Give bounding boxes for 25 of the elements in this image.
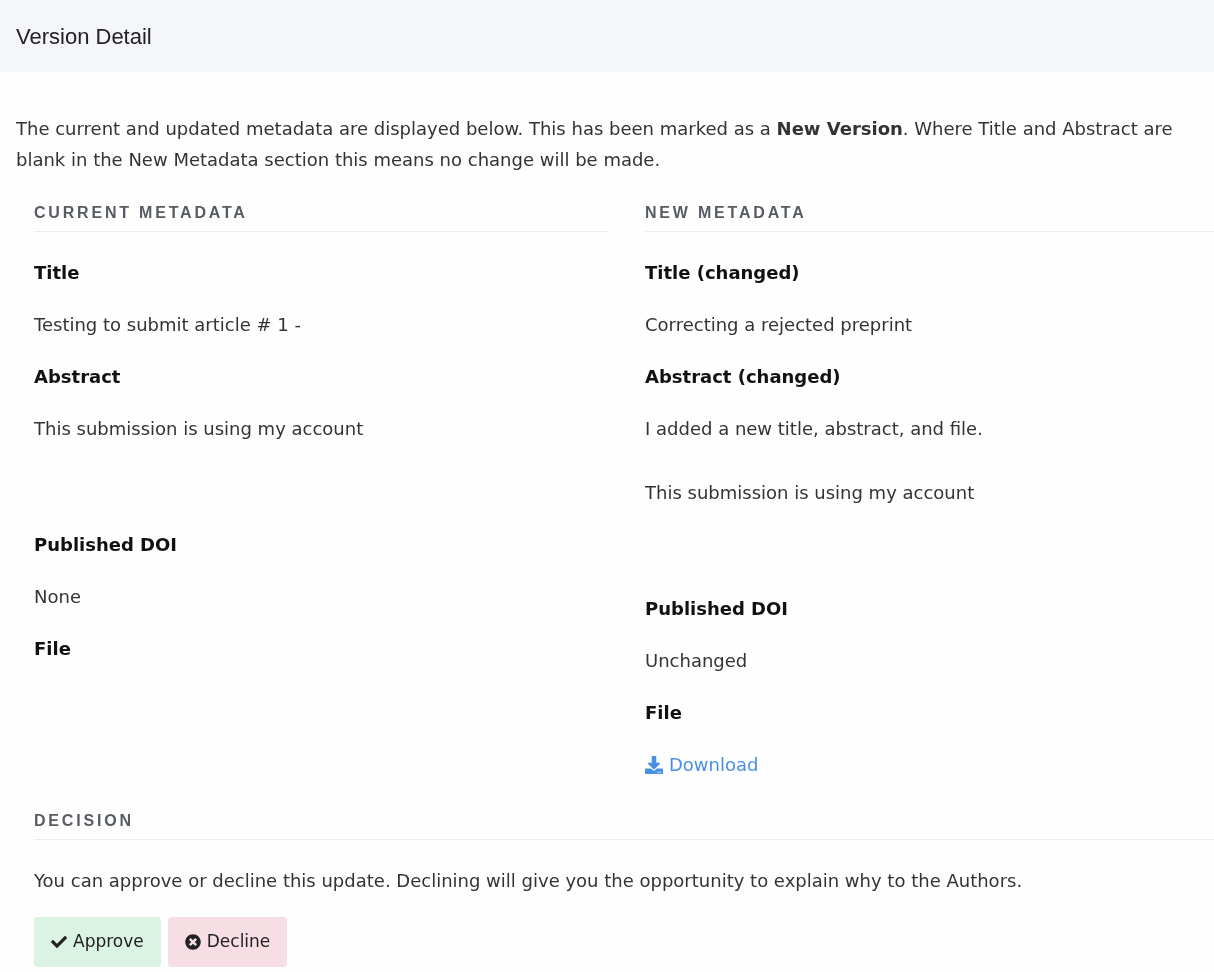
section-heading: CURRENT METADATA xyxy=(34,203,249,223)
abstract-paragraph: This submission is using my account xyxy=(34,417,365,441)
field-label: Title xyxy=(34,261,81,285)
intro-text: The current and updated metadata are displayed below. This has been marked as a New Version. Where Title and Abstract are blank in the New Metadata section this means no change will be made. xyxy=(16,117,1174,172)
decision-text: You can approve or decline this update. Declining will give you the opportunity to explain why to the Authors. xyxy=(34,869,1024,893)
field-label: Published DOI xyxy=(645,597,790,621)
field-label: File xyxy=(34,637,72,661)
decline-button[interactable]: Decline xyxy=(167,917,288,967)
download-icon xyxy=(645,756,663,774)
field-label: Abstract (changed) xyxy=(645,365,842,389)
field-value: Unchanged xyxy=(645,649,749,673)
section-heading: NEW METADATA xyxy=(645,203,808,223)
field-value: None xyxy=(34,585,82,609)
approve-button[interactable]: Approve xyxy=(34,917,161,967)
check-icon xyxy=(51,934,67,950)
field-label: File xyxy=(645,701,683,725)
section-heading: DECISION xyxy=(34,811,135,831)
field-label: Abstract xyxy=(34,365,122,389)
abstract-paragraph: I added a new title, abstract, and file. xyxy=(645,417,984,441)
field-value: Correcting a rejected preprint xyxy=(645,313,914,337)
field-label: Title (changed) xyxy=(645,261,801,285)
field-label: Published DOI xyxy=(34,533,179,557)
abstract-paragraph: This submission is using my account xyxy=(645,481,976,505)
field-value: Testing to submit article # 1 - xyxy=(34,313,302,337)
page-title: Version Detail xyxy=(16,22,152,51)
